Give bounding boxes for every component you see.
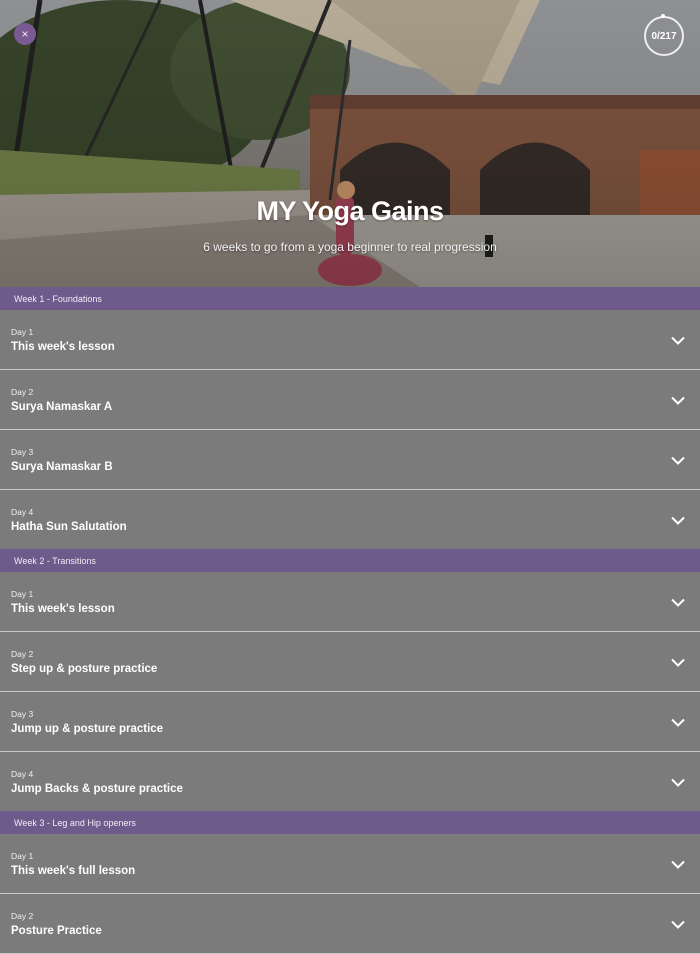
day-title: Surya Namaskar B [11, 461, 113, 473]
day-label: Day 3 [11, 447, 34, 457]
day-row[interactable]: Day 2 Step up & posture practice [0, 632, 700, 692]
chevron-down-icon[interactable] [671, 516, 685, 525]
day-label: Day 1 [11, 589, 34, 599]
page-subtitle: 6 weeks to go from a yoga beginner to re… [203, 240, 497, 254]
day-title: Hatha Sun Salutation [11, 521, 127, 533]
day-title: This week's full lesson [11, 865, 136, 877]
close-icon: × [21, 27, 29, 41]
week-header: Week 1 - Foundations [0, 287, 700, 310]
day-title: Posture Practice [11, 925, 102, 937]
chevron-down-icon[interactable] [671, 920, 685, 929]
day-title: Step up & posture practice [11, 663, 158, 675]
progress-indicator: 0/217 [644, 14, 684, 56]
day-label: Day 4 [11, 769, 34, 779]
day-label: Day 4 [11, 507, 34, 517]
day-title: This week's lesson [11, 341, 115, 353]
chevron-down-icon[interactable] [671, 598, 685, 607]
day-label: Day 2 [11, 911, 34, 921]
week-title: Week 3 - Leg and Hip openers [14, 817, 136, 828]
day-row[interactable]: Day 1 This week's lesson [0, 310, 700, 370]
day-title: Jump up & posture practice [11, 723, 164, 735]
chevron-down-icon[interactable] [671, 718, 685, 727]
day-label: Day 2 [11, 387, 34, 397]
chevron-down-icon[interactable] [671, 396, 685, 405]
day-title: Surya Namaskar A [11, 401, 113, 413]
day-title: Jump Backs & posture practice [11, 783, 183, 795]
week-title: Week 2 - Transitions [14, 555, 96, 566]
day-row[interactable]: Day 2 Surya Namaskar A [0, 370, 700, 430]
week-header: Week 2 - Transitions [0, 549, 700, 572]
day-label: Day 3 [11, 709, 34, 719]
day-row[interactable]: Day 4 Hatha Sun Salutation [0, 490, 700, 549]
day-label: Day 2 [11, 649, 34, 659]
day-row[interactable]: Day 1 This week's full lesson [0, 834, 700, 894]
day-row[interactable]: Day 3 Jump up & posture practice [0, 692, 700, 752]
week-title: Week 1 - Foundations [14, 293, 102, 304]
day-title: This week's lesson [11, 603, 115, 615]
page-title: MY Yoga Gains [256, 196, 444, 226]
program-list: Week 1 - Foundations Day 1 This week's l… [0, 287, 700, 954]
progress-count: 0/217 [651, 30, 677, 42]
day-row[interactable]: Day 3 Surya Namaskar B [0, 430, 700, 490]
day-row[interactable]: Day 4 Jump Backs & posture practice [0, 752, 700, 811]
day-row[interactable]: Day 1 This week's lesson [0, 572, 700, 632]
chevron-down-icon[interactable] [671, 456, 685, 465]
chevron-down-icon[interactable] [671, 658, 685, 667]
hero-banner: × 0/217 MY Yoga Gains 6 weeks to go from… [0, 0, 700, 287]
chevron-down-icon[interactable] [671, 860, 685, 869]
week-header: Week 3 - Leg and Hip openers [0, 811, 700, 834]
chevron-down-icon[interactable] [671, 778, 685, 787]
day-row[interactable]: Day 2 Posture Practice [0, 894, 700, 954]
close-button[interactable]: × [14, 23, 36, 45]
day-label: Day 1 [11, 851, 34, 861]
chevron-down-icon[interactable] [671, 336, 685, 345]
day-label: Day 1 [11, 327, 34, 337]
